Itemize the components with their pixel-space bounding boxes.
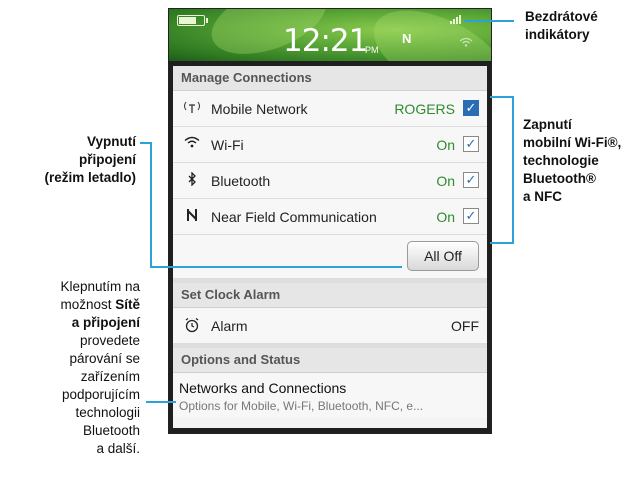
mobile-network-value: ROGERS [394,101,455,117]
networks-connections-item[interactable]: Networks and Connections Options for Mob… [173,373,487,417]
manage-connections-header: Manage Connections [173,66,487,91]
callout-bracket-on [512,96,514,244]
wifi-value: On [436,137,455,153]
callout-bracket-on [490,242,514,244]
wifi-icon [183,136,201,151]
networks-connections-subtitle: Options for Mobile, Wi-Fi, Bluetooth, NF… [179,399,424,413]
nfc-icon [183,208,201,225]
bluetooth-icon [183,171,201,189]
wifi-label: Wi-Fi [211,137,244,153]
callout-bracket-on [490,96,514,98]
bluetooth-label: Bluetooth [211,173,271,189]
antenna-icon [183,100,201,117]
callout-turn-on: Zapnutí mobilní Wi-Fi®, technologie Blue… [523,116,621,206]
callout-text: Klepnutím na [60,279,140,294]
callout-text: provedete [79,333,140,348]
callout-text: Bluetooth [82,423,140,438]
callout-wireless-indicators: Bezdrátové indikátory [525,8,598,44]
callout-text: mobilní Wi-Fi®, [523,135,622,150]
networks-connections-title: Networks and Connections [179,380,347,396]
status-clock: 12:21 [283,23,368,59]
row-mobile-network[interactable]: Mobile Network ROGERS ✓ [173,91,487,127]
callout-text: a NFC [523,189,563,204]
status-bar: 12:21 PM N [169,9,491,61]
callout-text: Bluetooth® [523,171,596,186]
wifi-status-icon [459,37,473,50]
alarm-value: OFF [451,318,479,334]
callout-text: Zapnutí [523,117,572,132]
callout-turn-off: Vypnutí připojení (režim letadlo) [44,133,136,187]
callout-text: možnost [60,297,116,312]
nfc-value: On [436,209,455,225]
nfc-label: Near Field Communication [211,209,377,225]
row-bluetooth[interactable]: Bluetooth On ✓ [173,163,487,199]
nfc-status-icon: N [402,31,412,46]
signal-strength-icon [449,14,461,24]
wallpaper-leaf [360,9,491,61]
callout-text: indikátory [525,27,590,42]
status-ampm: PM [365,45,379,55]
callout-text: Bezdrátové [525,9,598,24]
callout-text: (režim letadlo) [44,170,136,185]
callout-line-off [150,142,152,268]
callout-text: a další. [96,441,140,456]
callout-text: podporujícím [61,387,140,402]
alarm-label: Alarm [211,318,248,334]
row-nfc[interactable]: Near Field Communication On ✓ [173,199,487,235]
callout-line-off [150,266,402,268]
callout-text: technologii [75,405,140,420]
callout-line-networks [146,401,176,403]
options-status-header: Options and Status [173,348,487,373]
set-clock-alarm-header: Set Clock Alarm [173,283,487,308]
battery-icon [177,15,208,26]
row-alarm[interactable]: Alarm OFF [173,308,487,344]
bluetooth-checkbox[interactable]: ✓ [463,172,479,188]
callout-text-bold: Sítě [115,297,140,312]
callout-text: Vypnutí [87,134,136,149]
callout-text-bold: a připojení [71,315,140,330]
bluetooth-value: On [436,173,455,189]
callout-text: párování se [69,351,140,366]
wifi-checkbox[interactable]: ✓ [463,136,479,152]
callout-text: zařízením [80,369,140,384]
all-off-row: All Off [173,235,487,279]
callout-tap-hint: Klepnutím na možnost Sítě a připojení pr… [60,278,140,458]
all-off-button[interactable]: All Off [407,241,479,271]
connections-panel: Manage Connections Mobile Network ROGERS… [173,66,487,428]
alarm-clock-icon [183,317,201,336]
callout-text: připojení [79,152,136,167]
callout-line-indicators [464,20,514,22]
nfc-checkbox[interactable]: ✓ [463,208,479,224]
row-wifi[interactable]: Wi-Fi On ✓ [173,127,487,163]
phone-screen: 12:21 PM N Manage Connections Mobile Net… [168,8,492,434]
mobile-network-label: Mobile Network [211,101,308,117]
mobile-network-checkbox[interactable]: ✓ [463,100,479,116]
callout-text: technologie [523,153,599,168]
